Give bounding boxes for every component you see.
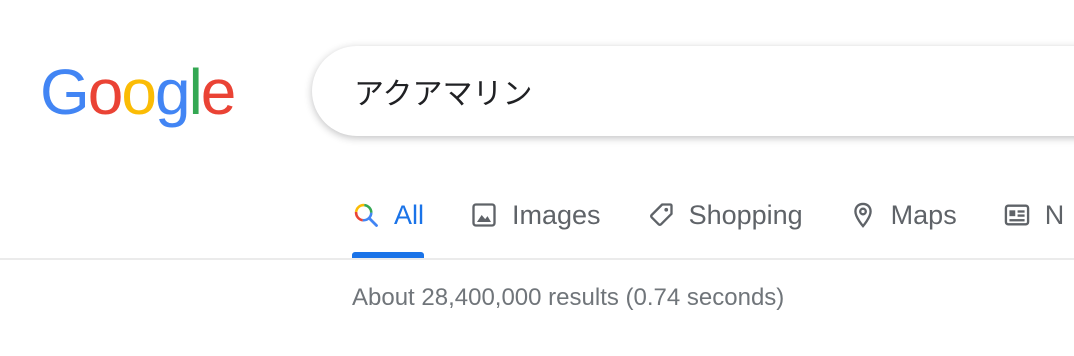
search-box[interactable] [312,46,1074,136]
logo-letter-g2: g [154,56,191,128]
tab-all-label: All [394,199,425,230]
search-input[interactable] [354,66,1054,116]
tab-all[interactable]: All [352,190,425,258]
map-pin-icon [849,201,877,229]
page: G o o g l e All [0,0,1074,356]
logo-letter-l: l [188,56,203,128]
tab-news-label: N [1044,199,1065,230]
search-icon [352,201,380,229]
logo-letter-g: G [40,56,90,128]
tab-images[interactable]: Images [470,190,601,240]
tab-images-label: Images [512,199,601,230]
tabs-divider [0,258,1074,260]
news-icon [1003,201,1031,229]
image-icon [470,201,498,229]
search-tabs: All Images Shopping Maps N [352,190,1074,260]
result-stats: About 28,400,000 results (0.74 seconds) [352,284,785,311]
tag-icon [647,201,675,229]
tab-maps-label: Maps [890,199,957,230]
logo-letter-e: e [200,56,237,128]
tab-maps[interactable]: Maps [849,190,957,240]
logo-letter-o1: o [87,56,124,128]
tab-shopping[interactable]: Shopping [647,190,803,240]
google-logo[interactable]: G o o g l e [40,56,237,128]
tab-news[interactable]: N [1003,190,1065,240]
tab-shopping-label: Shopping [688,199,803,230]
logo-letter-o2: o [121,56,157,128]
